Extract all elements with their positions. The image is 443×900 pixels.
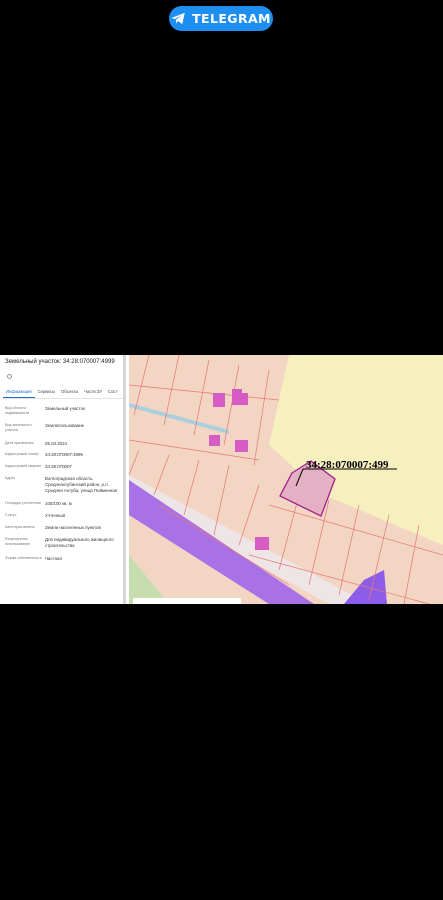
info-panel: Земельный участок: 34:28:070007:4999 Инф…	[0, 355, 126, 604]
tab-parts[interactable]: Части ЗУ	[81, 388, 105, 398]
telegram-label: TELEGRAM	[192, 11, 271, 26]
parcel-label: 34:28:070007:499	[306, 459, 389, 471]
tab-objects[interactable]: Объекты	[58, 388, 81, 398]
tab-services[interactable]: Сервисы	[35, 388, 58, 398]
tab-info[interactable]: Информация	[3, 388, 35, 398]
info-row: Адрес Волгоградская область, Среднеахтуби…	[5, 476, 118, 493]
info-row: Вид земельного участка Землепользование	[5, 423, 85, 432]
info-row: Кадастровый номер 34:28:070007:4999	[5, 452, 83, 457]
map-screenshot: Земельный участок: 34:28:070007:4999 Инф…	[0, 355, 443, 604]
info-row: Категория земель Земли населенных пунктов	[5, 525, 101, 530]
telegram-icon	[171, 12, 185, 25]
cadastral-map[interactable]	[129, 355, 443, 604]
info-row: Форма собственности Частная	[5, 556, 62, 561]
info-row: Площадь уточненная 100/100 кв. м	[5, 501, 72, 506]
info-row: Разрешенное использование Для индивидуаль…	[5, 537, 114, 548]
info-row: Статус Учтенный	[5, 513, 65, 518]
tab-state[interactable]: Сост	[105, 388, 120, 398]
info-row: Вид объекта недвижимости Земельный участо…	[5, 406, 85, 415]
info-row: Дата присвоения 05.03.2024	[5, 441, 67, 446]
panel-tabs: Информация Сервисы Объекты Части ЗУ Сост	[3, 388, 123, 399]
panel-title: Земельный участок: 34:28:070007:4999	[5, 359, 115, 365]
map-scale-bar	[133, 598, 241, 604]
telegram-button[interactable]: TELEGRAM	[169, 6, 273, 31]
info-row: Кадастровый квартал 34:28:070007	[5, 464, 72, 469]
object-marker-icon	[7, 374, 12, 379]
